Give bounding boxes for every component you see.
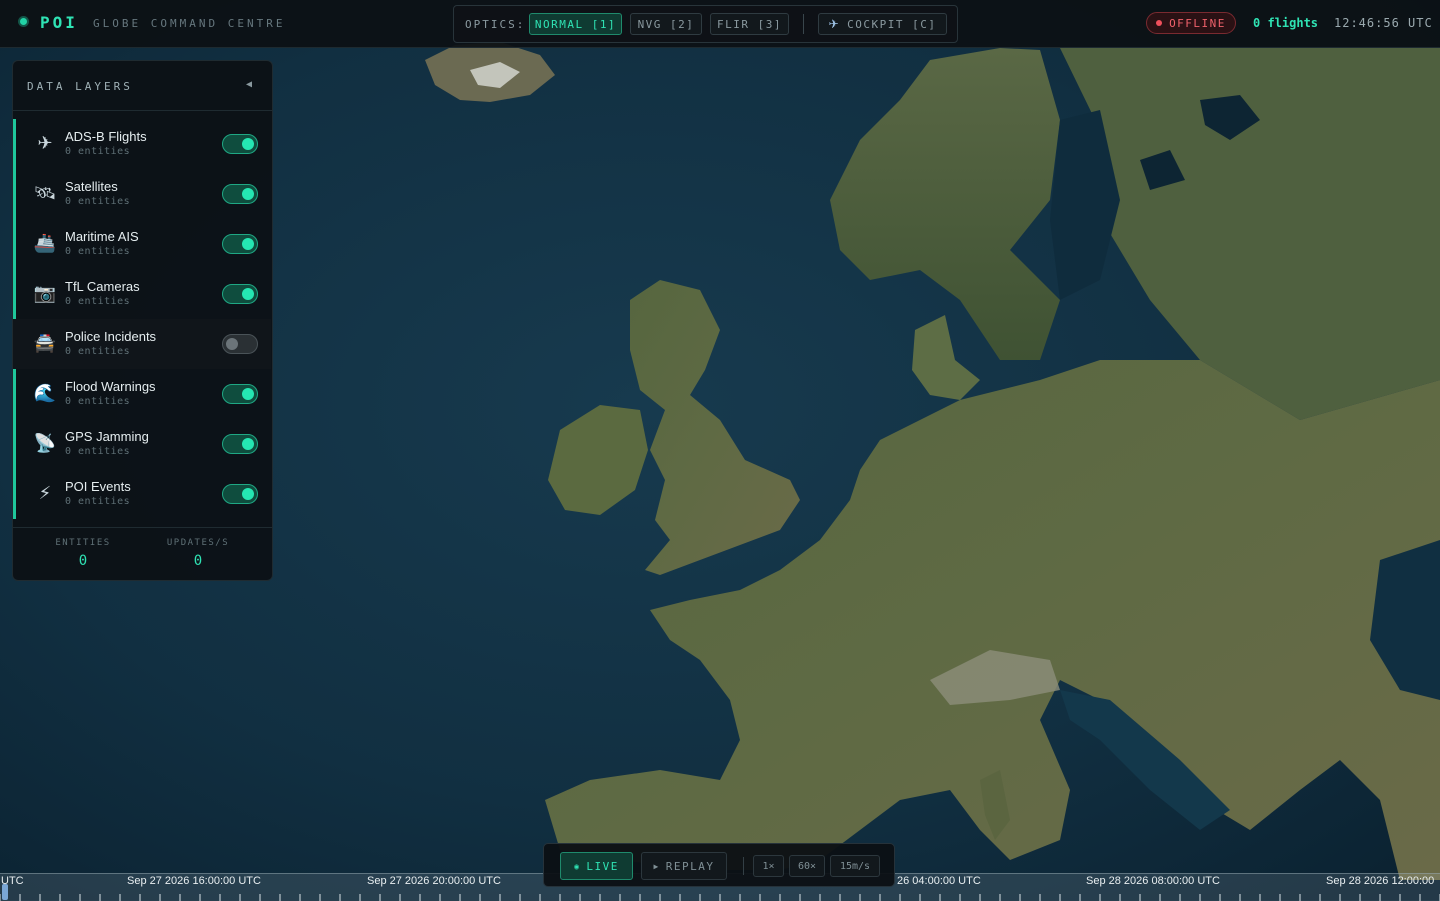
layer-row[interactable]: 🚔 Police Incidents 0 entities: [13, 319, 271, 369]
data-layers-panel: DATA LAYERS ◀ ✈ ADS-B Flights 0 entities 🛰 S…: [12, 60, 273, 581]
connection-status-text: OFFLINE: [1169, 16, 1226, 30]
toggle-knob: [242, 388, 254, 400]
airplane-icon: ✈: [828, 17, 841, 31]
top-bar: POI GLOBE COMMAND CENTRE OPTICS: NORMAL …: [0, 0, 1440, 48]
entities-stat-label: ENTITIES: [55, 538, 111, 548]
layer-entity-count: 0 entities: [65, 446, 131, 457]
layer-entity-count: 0 entities: [65, 146, 131, 157]
layer-row[interactable]: 🌊 Flood Warnings 0 entities: [13, 369, 271, 419]
layer-entity-count: 0 entities: [65, 496, 131, 507]
layer-row[interactable]: ✈ ADS-B Flights 0 entities: [13, 119, 271, 169]
speed-15ms-button[interactable]: 15m/s: [830, 855, 880, 877]
layer-name: Maritime AIS: [65, 229, 139, 244]
toggle-knob: [242, 138, 254, 150]
wave-icon: 🌊: [33, 383, 57, 404]
optics-divider: [803, 14, 804, 34]
layer-name: GPS Jamming: [65, 429, 149, 444]
layer-name: POI Events: [65, 479, 131, 494]
playback-controls: ◉ LIVE ▶ REPLAY 1× 60× 15m/s: [543, 843, 895, 887]
layer-row[interactable]: ⚡ POI Events 0 entities: [13, 469, 271, 519]
timeline-label: Sep 27 2026 20:00:00 UTC: [367, 875, 501, 887]
toggle-knob: [242, 238, 254, 250]
layer-entity-count: 0 entities: [65, 396, 131, 407]
timeline-label: Sep 27 2026 16:00:00 UTC: [127, 875, 261, 887]
layer-toggle[interactable]: [222, 134, 258, 154]
layer-name: ADS-B Flights: [65, 129, 147, 144]
collapse-panel-icon[interactable]: ◀: [246, 79, 252, 90]
connection-status-badge: OFFLINE: [1146, 12, 1236, 34]
optics-selector: OPTICS: NORMAL [1] NVG [2] FLIR [3] ✈ CO…: [453, 5, 958, 43]
optics-flir-button[interactable]: FLIR [3]: [710, 13, 789, 35]
layer-toggle[interactable]: [222, 184, 258, 204]
timeline-label: Sep 28 2026 12:00:00: [1326, 875, 1435, 887]
layer-name: Police Incidents: [65, 329, 157, 344]
speed-1x-button[interactable]: 1×: [753, 855, 784, 877]
ship-icon: 🚢: [33, 233, 57, 254]
layer-name: Flood Warnings: [65, 379, 156, 394]
layer-row[interactable]: 🛰 Satellites 0 entities: [13, 169, 271, 219]
layer-toggle[interactable]: [222, 384, 258, 404]
speed-60x-button[interactable]: 60×: [789, 855, 825, 877]
cockpit-label: COCKPIT [C]: [847, 17, 937, 31]
live-dot-icon: ◉: [574, 861, 581, 871]
layer-toggle[interactable]: [222, 484, 258, 504]
panel-header: DATA LAYERS ◀: [13, 61, 272, 111]
timeline-label: Sep 28 2026 08:00:00 UTC: [1086, 875, 1220, 887]
layer-row[interactable]: 📷 TfL Cameras 0 entities: [13, 269, 271, 319]
live-label: LIVE: [586, 859, 619, 873]
brand-subtitle: GLOBE COMMAND CENTRE: [93, 17, 286, 30]
offline-dot-icon: [1156, 20, 1163, 26]
optics-label: OPTICS:: [465, 18, 526, 31]
toggle-knob: [242, 488, 254, 500]
playback-divider: [743, 857, 744, 875]
satellite-dish-icon: 📡: [33, 433, 57, 454]
camera-icon: 📷: [33, 283, 57, 304]
layer-entity-count: 0 entities: [65, 296, 131, 307]
panel-stats: ENTITIES 0 UPDATES/S 0: [13, 527, 272, 581]
updates-stat-value: 0: [193, 553, 203, 569]
live-button[interactable]: ◉ LIVE: [560, 852, 633, 880]
optics-nvg-button[interactable]: NVG [2]: [630, 13, 702, 35]
entities-stat-value: 0: [78, 553, 88, 569]
toggle-knob: [226, 338, 238, 350]
timeline-label: 26 04:00:00 UTC: [897, 875, 981, 887]
updates-stat-label: UPDATES/S: [166, 538, 230, 548]
play-icon: ▶: [653, 861, 660, 871]
satellite-icon: 🛰: [33, 183, 57, 204]
replay-label: REPLAY: [665, 859, 715, 873]
layer-toggle[interactable]: [222, 334, 258, 354]
toggle-knob: [242, 188, 254, 200]
layer-toggle[interactable]: [222, 434, 258, 454]
utc-clock: 12:46:56 UTC: [1334, 16, 1433, 30]
layer-name: Satellites: [65, 179, 118, 194]
lightning-icon: ⚡: [38, 483, 52, 504]
flight-count: 0 flights: [1253, 16, 1319, 30]
status-dot-icon: [20, 18, 27, 25]
toggle-knob: [242, 288, 254, 300]
timeline-scrubber-handle[interactable]: [2, 884, 8, 900]
layer-toggle[interactable]: [222, 234, 258, 254]
toggle-knob: [242, 438, 254, 450]
layer-entity-count: 0 entities: [65, 246, 131, 257]
cockpit-button[interactable]: ✈ COCKPIT [C]: [818, 13, 947, 35]
brand-name: POI: [40, 13, 78, 32]
layer-name: TfL Cameras: [65, 279, 140, 294]
police-car-icon: 🚔: [33, 333, 57, 354]
layer-row[interactable]: 📡 GPS Jamming 0 entities: [13, 419, 271, 469]
layer-entity-count: 0 entities: [65, 346, 131, 357]
layer-entity-count: 0 entities: [65, 196, 131, 207]
optics-normal-button[interactable]: NORMAL [1]: [529, 13, 622, 35]
replay-button[interactable]: ▶ REPLAY: [641, 852, 727, 880]
airplane-icon: ✈: [37, 133, 53, 154]
layer-toggle[interactable]: [222, 284, 258, 304]
panel-title: DATA LAYERS: [27, 80, 133, 93]
layer-row[interactable]: 🚢 Maritime AIS 0 entities: [13, 219, 271, 269]
